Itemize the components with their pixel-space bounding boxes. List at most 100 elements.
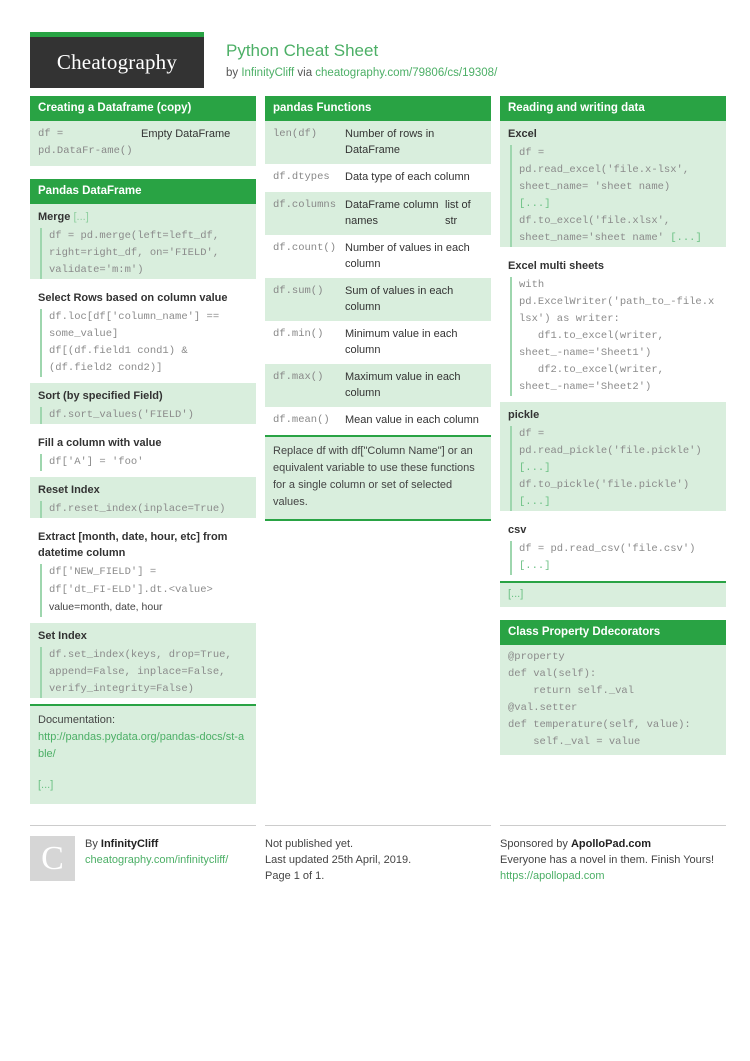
section-heading: Select Rows based on column value [38, 292, 228, 304]
cheatography-logo[interactable]: Cheatography [30, 32, 204, 88]
section-reset-index: Reset Index df.reset_index(inplace=True) [30, 477, 256, 518]
code-block: df.set_index(keys, drop=True, append=Fal… [40, 647, 248, 698]
table-row: df.min() Minimum value in each column [265, 321, 491, 364]
code-block: with pd.ExcelWriter('path_to_‑file.xlsx'… [510, 277, 718, 396]
section-select-rows: Select Rows based on column value df.loc… [30, 285, 256, 377]
code-block: df = pd.merge(left=left_df, right=right_… [40, 228, 248, 279]
publish-status: Not published yet. [265, 838, 354, 850]
block-creating-dataframe: Creating a Dataframe (copy) df = pd.Data… [30, 96, 256, 166]
code-block: df.sort_values('FIELD') [40, 407, 248, 424]
more-indicator[interactable]: [...] [73, 211, 88, 223]
code-block: df = pd.read_pickle('file.pickle') [...]… [510, 426, 718, 511]
more-indicator[interactable]: [...] [519, 560, 551, 572]
page-header: Cheatography Python Cheat Sheet by Infin… [30, 0, 720, 88]
function-desc: Sum of values in each column [345, 285, 454, 313]
source-url-link[interactable]: cheatography.com/79806/cs/19308/ [315, 67, 497, 79]
sponsor-line: Sponsored by ApolloPad.com [500, 836, 726, 852]
code-block: df = pd.read_excel('file.x‑lsx', sheet_n… [510, 145, 718, 247]
footer-by-line: By InfinityCliff [85, 836, 228, 852]
column-1: Creating a Dataframe (copy) df = pd.Data… [30, 96, 256, 817]
section-heading-text: Merge [38, 211, 71, 223]
more-indicator[interactable]: [...] [38, 779, 53, 791]
table-row: df.sum() Sum of values in each column [265, 278, 491, 321]
sponsor-name: ApolloPad.com [570, 838, 651, 850]
table-row: df.dtypes Data type of each column [265, 164, 491, 192]
code-text-2: df.to_excel('file.xlsx', sheet_name='she… [519, 215, 677, 244]
column-2: pandas Functions len(df) Number of rows … [265, 96, 491, 817]
footer-author: C By InfinityCliff cheatography.com/infi… [30, 825, 256, 884]
function-name: df.count() [273, 242, 337, 254]
code-block: df['A'] = 'foo' [40, 454, 248, 471]
code-text: df = pd.read_excel('file.x‑lsx', sheet_n… [519, 147, 696, 193]
function-type: list of str [445, 199, 471, 227]
more-indicator[interactable]: [...] [670, 232, 702, 244]
via-text: via [294, 67, 316, 79]
section-pickle: pickle df = pd.read_pickle('file.pickle'… [500, 402, 726, 511]
section-heading: Excel [508, 128, 537, 140]
table-row: df = pd.DataFr‑ame() Empty DataFrame [30, 121, 256, 166]
columns-container: Creating a Dataframe (copy) df = pd.Data… [30, 78, 726, 817]
footer-author-link[interactable]: cheatography.com/infinitycliff/ [85, 854, 228, 866]
block-title-decorators: Class Property Ddecorators [500, 620, 726, 645]
section-heading: pickle [508, 409, 540, 421]
function-desc: DataFrame column names [345, 199, 439, 227]
by-label: By [85, 838, 101, 850]
section-excel-multi-sheets: Excel multi sheets with pd.ExcelWriter('… [500, 253, 726, 396]
section-heading: Sort (by specified Field) [38, 390, 163, 402]
section-excel: Excel df = pd.read_excel('file.x‑lsx', s… [500, 121, 726, 247]
table-row: df.columns DataFrame column names list o… [265, 192, 491, 235]
more-indicator[interactable]: [...] [519, 198, 551, 210]
pandas-functions-note: Replace df with df["Column Name"] or an … [265, 435, 491, 521]
section-heading: Fill a column with value [38, 437, 162, 449]
table-row: df.mean() Mean value in each column [265, 407, 491, 435]
section-set-index: Set Index df.set_index(keys, drop=True, … [30, 623, 256, 698]
function-name: df.dtypes [273, 171, 330, 183]
function-desc: Number of values in each column [345, 242, 470, 270]
code-text: df['NEW_FIELD'] = df['dt_FI‑ELD'].dt.<va… [49, 566, 213, 596]
by-prefix: by [226, 67, 242, 79]
sponsor-prefix: Sponsored by [500, 838, 571, 850]
more-indicator[interactable]: [...] [519, 496, 551, 508]
function-desc: Data type of each column [345, 171, 470, 183]
row-code: df = pd.DataFr‑ame() [38, 128, 133, 157]
block-title-creating-dataframe: Creating a Dataframe (copy) [30, 96, 256, 121]
sponsor-tagline: Everyone has a novel in them. Finish You… [500, 854, 715, 866]
function-desc: Maximum value in each column [345, 371, 461, 399]
function-name: df.max() [273, 371, 324, 383]
code-block: df = pd.read_csv('file.csv') [...] [510, 541, 718, 575]
section-heading: Excel multi sheets [508, 260, 604, 272]
table-row: len(df) Number of rows in DataFrame [265, 121, 491, 164]
section-extract-datetime: Extract [month, date, hour, etc] from da… [30, 524, 256, 617]
page-title: Python Cheat Sheet [226, 41, 379, 60]
block-title-pandas-dataframe: Pandas DataFrame [30, 179, 256, 204]
byline: by InfinityCliff via cheatography.com/79… [226, 61, 497, 83]
function-name: len(df) [273, 128, 318, 140]
function-name: df.mean() [273, 414, 330, 426]
column-3: Reading and writing data Excel df = pd.r… [500, 96, 726, 817]
footer-publish-info: Not published yet. Last updated 25th Apr… [265, 825, 491, 884]
section-fill-column: Fill a column with value df['A'] = 'foo' [30, 430, 256, 471]
last-updated: Last updated 25th April, 2019. [265, 854, 412, 866]
section-heading: Merge [...] [30, 204, 256, 228]
table-row: df.max() Maximum value in each column [265, 364, 491, 407]
block-title-pandas-functions: pandas Functions [265, 96, 491, 121]
code-block: @property def val(self): return self._va… [508, 651, 691, 748]
reading-writing-tail[interactable]: [...] [500, 581, 726, 607]
section-heading: Set Index [38, 630, 87, 642]
page-number: Page 1 of 1. [265, 870, 325, 882]
table-row: df.count() Number of values in each colu… [265, 235, 491, 278]
more-indicator[interactable]: [...] [519, 462, 551, 474]
code-block: df['NEW_FIELD'] = df['dt_FI‑ELD'].dt.<va… [40, 564, 248, 617]
avatar: C [30, 836, 75, 881]
section-sort: Sort (by specified Field) df.sort_values… [30, 383, 256, 424]
section-heading: csv [508, 524, 527, 536]
code-block: df.reset_index(inplace=True) [40, 501, 248, 518]
function-name: df.min() [273, 328, 324, 340]
author-link[interactable]: InfinityCliff [241, 67, 294, 79]
block-class-property-decorators: Class Property Ddecorators @property def… [500, 620, 726, 755]
sponsor-link[interactable]: https://apollopad.com [500, 870, 605, 882]
documentation-link[interactable]: http://pandas.pydata.org/pandas-docs/st‑… [38, 731, 244, 760]
function-desc: Mean value in each column [345, 414, 479, 426]
code-text: df = pd.read_pickle('file.pickle') [519, 428, 702, 457]
